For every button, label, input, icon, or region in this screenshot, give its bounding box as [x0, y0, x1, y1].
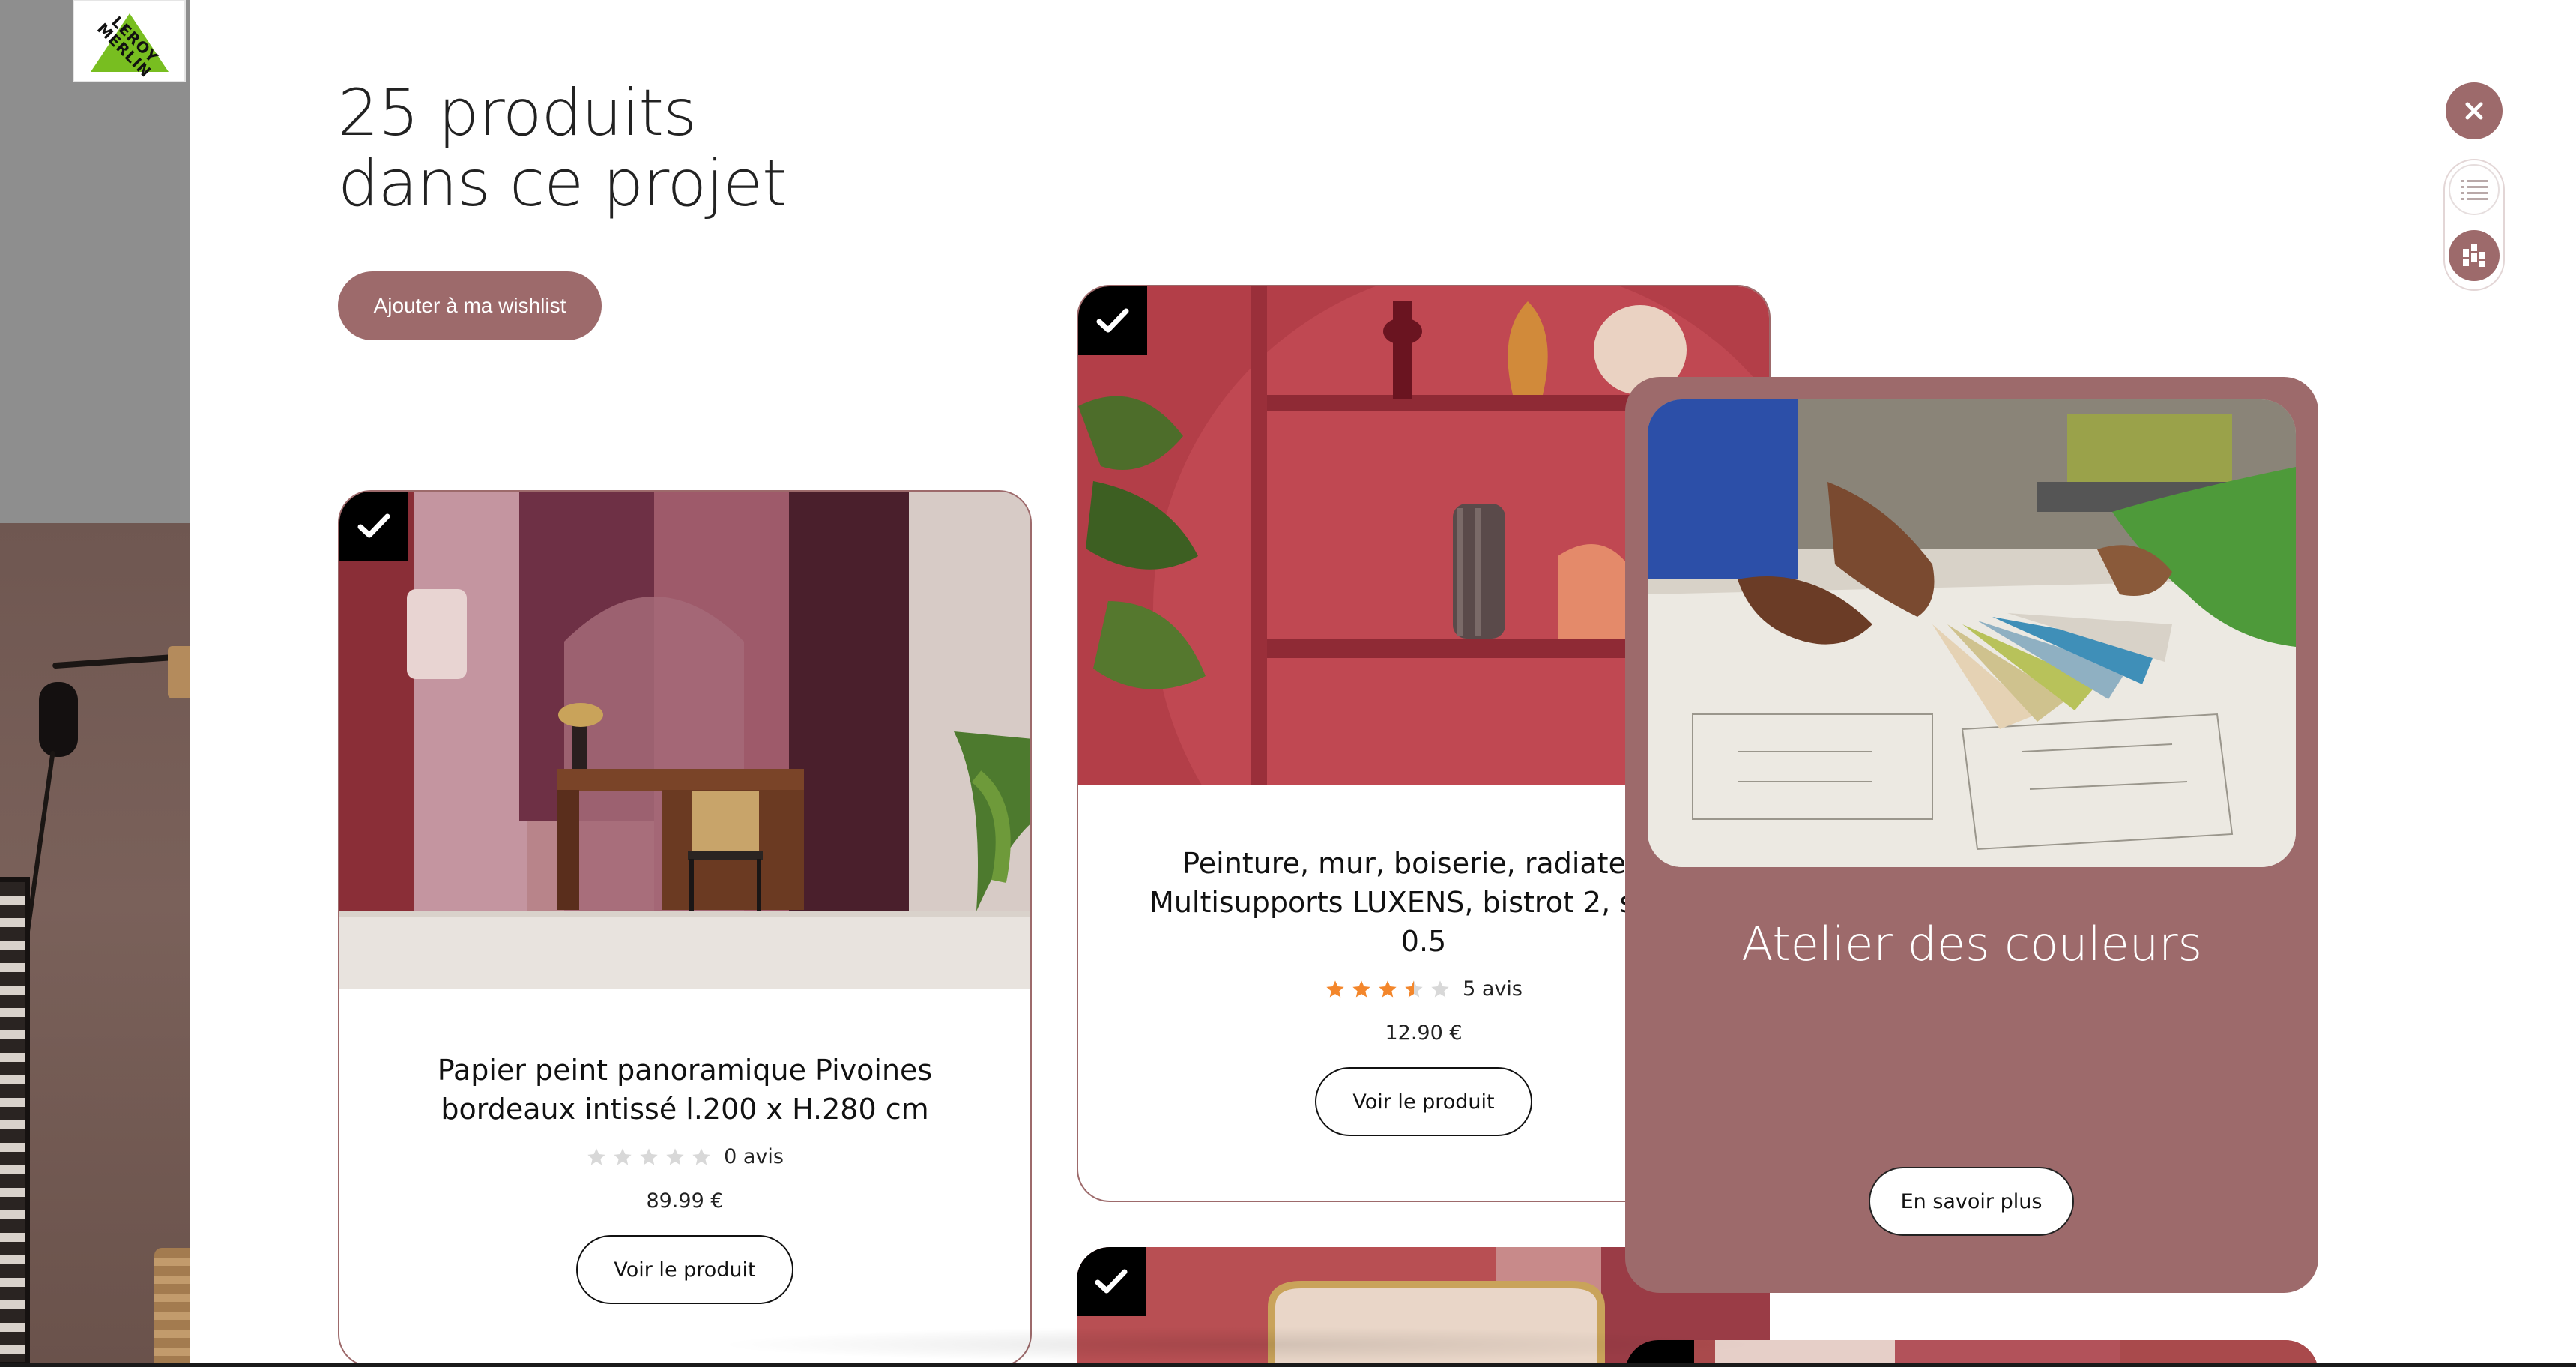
star-filled-icon — [1326, 980, 1344, 997]
window-bottom-edge — [0, 1363, 2576, 1367]
product-price: 89.99 € — [646, 1189, 724, 1213]
check-icon — [1096, 308, 1129, 333]
product-info: Papier peint panoramique Pivoines bordea… — [339, 1051, 1030, 1304]
star-empty-icon — [614, 1147, 632, 1165]
product-name[interactable]: Papier peint panoramique Pivoines bordea… — [339, 1051, 1030, 1129]
star-empty-icon — [666, 1147, 684, 1165]
scroll-shadow — [714, 1327, 1763, 1363]
logo-mark: LEROY MERLIN — [85, 7, 175, 81]
check-icon — [1095, 1269, 1128, 1294]
review-count[interactable]: 0 avis — [724, 1145, 784, 1168]
learn-more-button[interactable]: En savoir plus — [1869, 1167, 2074, 1236]
title-line-2: dans ce projet — [338, 146, 787, 221]
product-card: Papier peint panoramique Pivoines bordea… — [338, 490, 1032, 1363]
review-count[interactable]: 5 avis — [1463, 977, 1523, 1001]
close-icon — [2465, 102, 2483, 120]
list-icon — [2461, 180, 2488, 200]
view-toggle — [2443, 159, 2505, 291]
check-icon — [357, 513, 390, 538]
view-product-button[interactable]: Voir le produit — [576, 1235, 793, 1304]
promo-image — [1648, 399, 2296, 867]
close-button[interactable] — [2446, 82, 2503, 139]
list-view-button[interactable] — [2449, 164, 2500, 215]
wall-lamp-shade — [168, 646, 190, 698]
view-product-button[interactable]: Voir le produit — [1315, 1067, 1532, 1136]
star-empty-icon — [1431, 980, 1449, 997]
grid-view-button[interactable] — [2449, 230, 2500, 281]
project-products-panel: 25 produits dans ce projet Ajouter à ma … — [190, 0, 2576, 1363]
star-empty-icon — [587, 1147, 605, 1165]
page-title: 25 produits dans ce projet — [338, 78, 1012, 219]
star-rating — [1325, 979, 1451, 1000]
product-image[interactable] — [339, 492, 1030, 989]
star-half-icon — [1405, 980, 1423, 997]
product-photo-wallpaper — [339, 492, 1030, 989]
rating: 0 avis — [339, 1145, 1030, 1168]
promo-title: Atelier des couleurs — [1741, 917, 2202, 971]
vase — [154, 1248, 190, 1367]
background-page — [0, 0, 190, 1367]
selected-checkbox[interactable] — [339, 492, 408, 561]
picture-frame — [0, 877, 30, 1367]
star-filled-icon — [1379, 980, 1397, 997]
selected-checkbox[interactable] — [1625, 1340, 1694, 1363]
promo-photo-color-swatches — [1648, 399, 2296, 867]
selected-checkbox[interactable] — [1077, 1247, 1146, 1316]
brand-logo[interactable]: LEROY MERLIN — [73, 0, 186, 82]
star-empty-icon — [640, 1147, 658, 1165]
title-line-1: 25 produits — [338, 76, 697, 151]
star-rating — [586, 1147, 712, 1168]
selected-checkbox[interactable] — [1078, 286, 1147, 355]
grid-icon — [2463, 244, 2485, 267]
add-to-wishlist-button[interactable]: Ajouter à ma wishlist — [338, 271, 602, 340]
wall-lamp-base — [39, 682, 78, 757]
promo-card: Atelier des couleurs En savoir plus — [1625, 377, 2318, 1293]
star-empty-icon — [692, 1147, 710, 1165]
star-filled-icon — [1352, 980, 1370, 997]
